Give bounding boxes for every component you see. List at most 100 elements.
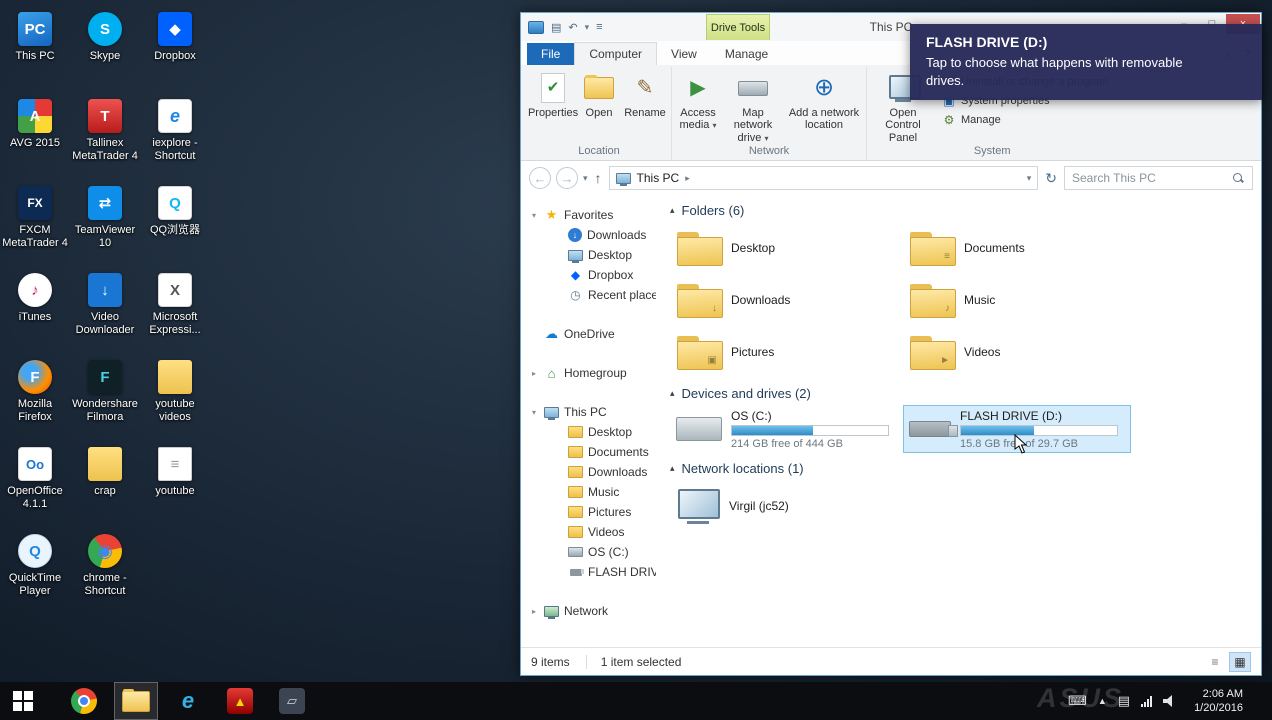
- back-button[interactable]: ←: [529, 167, 551, 189]
- folder-tile[interactable]: ≡ Documents: [903, 222, 1131, 274]
- nav-item[interactable]: ↓ Downloads: [521, 225, 656, 245]
- desktop-icon[interactable]: Q QQ浏览器: [140, 180, 210, 267]
- start-button[interactable]: [0, 682, 46, 720]
- breadcrumb[interactable]: This PC: [637, 171, 680, 185]
- details-view-button[interactable]: ≡: [1204, 652, 1226, 672]
- show-hidden-icons-button[interactable]: ▲: [1098, 696, 1107, 706]
- desktop-icon[interactable]: ◆ Dropbox: [140, 6, 210, 93]
- desktop-icon[interactable]: youtube videos: [140, 354, 210, 441]
- address-dropdown-icon[interactable]: ▾: [1027, 173, 1032, 184]
- nav-item[interactable]: ▾ ★ Favorites: [521, 205, 656, 225]
- nav-item[interactable]: ▸ Network: [521, 601, 656, 621]
- qat-properties-icon[interactable]: ▤: [551, 21, 561, 34]
- drive-tile[interactable]: FLASH DRIVE (D:) 15.8 GB free of 29.7 GB: [903, 405, 1131, 453]
- keyboard-icon[interactable]: ⌨: [1068, 693, 1087, 709]
- nav-item[interactable]: Pictures: [521, 502, 656, 522]
- nav-item[interactable]: Documents: [521, 442, 656, 462]
- expander-icon[interactable]: ▸: [529, 369, 539, 378]
- ribbon-tab[interactable]: File: [527, 43, 575, 65]
- desktop-icon[interactable]: e iexplore - Shortcut: [140, 93, 210, 180]
- taskbar-app-button[interactable]: ▱: [270, 682, 314, 720]
- expander-icon[interactable]: ▸: [529, 607, 539, 616]
- ribbon-tab[interactable]: View: [657, 43, 711, 65]
- taskbar-explorer-button[interactable]: [114, 682, 158, 720]
- volume-icon[interactable]: [1163, 695, 1177, 707]
- system-tray: ASUS ⌨ ▲ ▤ 2:06 AM 1/20/2016: [1037, 682, 1272, 720]
- desktop-icon[interactable]: ⇄ TeamViewer 10: [70, 180, 140, 267]
- manage-button[interactable]: ⚙ Manage: [942, 113, 1108, 127]
- taskbar-ie-button[interactable]: e: [166, 682, 210, 720]
- refresh-icon[interactable]: ↻: [1043, 170, 1059, 187]
- ribbon-tab[interactable]: Manage: [711, 43, 782, 65]
- taskbar-metatrader-button[interactable]: ▲: [218, 682, 262, 720]
- network-icon[interactable]: [1141, 695, 1153, 707]
- qat-customize-dropdown-icon[interactable]: ▾: [585, 22, 590, 33]
- qat-undo-icon[interactable]: ↶: [568, 21, 577, 34]
- folder-tile[interactable]: ▣ Pictures: [670, 326, 898, 378]
- folder-tile[interactable]: ♪ Music: [903, 274, 1131, 326]
- map-network-drive-button[interactable]: Map network drive ▾: [721, 67, 785, 144]
- nav-item[interactable]: ◆ Dropbox: [521, 265, 656, 285]
- desktop-icon[interactable]: S Skype: [70, 6, 140, 93]
- desktop-icon[interactable]: Oo OpenOffice 4.1.1: [0, 441, 70, 528]
- search-icon[interactable]: [1232, 172, 1245, 185]
- desktop-app-glyph: e: [169, 105, 180, 126]
- desktop-icon[interactable]: A AVG 2015: [0, 93, 70, 180]
- nav-item[interactable]: Music: [521, 482, 656, 502]
- expander-icon[interactable]: ▾: [529, 211, 539, 220]
- nav-item[interactable]: Videos: [521, 522, 656, 542]
- desktop-icon[interactable]: ≡ youtube: [140, 441, 210, 528]
- desktop-icon[interactable]: ♪ iTunes: [0, 267, 70, 354]
- nav-item[interactable]: ▾ This PC: [521, 402, 656, 422]
- properties-button[interactable]: ✔ Properties: [528, 67, 578, 119]
- removable-drive-notification[interactable]: FLASH DRIVE (D:) Tap to choose what happ…: [910, 24, 1262, 100]
- group-header-folders[interactable]: ▴ Folders (6): [670, 203, 1247, 218]
- nav-item[interactable]: ▸ ⌂ Homegroup: [521, 363, 656, 383]
- desktop-icon[interactable]: ↓ Video Downloader: [70, 267, 140, 354]
- qat-menu-icon[interactable]: ≡: [596, 21, 602, 33]
- desktop-icon[interactable]: FX FXCM MetaTrader 4: [0, 180, 70, 267]
- display-icon[interactable]: ▤: [1118, 693, 1130, 709]
- desktop-icon[interactable]: F Wondershare Filmora: [70, 354, 140, 441]
- nav-item[interactable]: ☁ OneDrive: [521, 324, 656, 344]
- expander-icon[interactable]: ▾: [529, 408, 539, 417]
- breadcrumb-arrow-icon[interactable]: ▸: [685, 173, 690, 184]
- desktop-icon[interactable]: crap: [70, 441, 140, 528]
- collapse-group-icon[interactable]: ▴: [670, 463, 675, 474]
- desktop-icon[interactable]: X Microsoft Expressi...: [140, 267, 210, 354]
- nav-item[interactable]: OS (C:): [521, 542, 656, 562]
- search-input[interactable]: [1072, 171, 1227, 185]
- network-location-tile[interactable]: Virgil (jc52): [670, 480, 898, 532]
- ribbon-tab[interactable]: Computer: [574, 42, 658, 65]
- recent-locations-icon[interactable]: ▾: [583, 173, 588, 184]
- rename-button[interactable]: ✎ Rename: [622, 67, 668, 119]
- folder-tile[interactable]: ► Videos: [903, 326, 1131, 378]
- desktop-icon[interactable]: ◉ chrome - Shortcut: [70, 528, 140, 615]
- desktop-icon[interactable]: T Tallinex MetaTrader 4: [70, 93, 140, 180]
- open-button[interactable]: Open: [576, 67, 622, 119]
- drive-tools-contextual-tab[interactable]: Drive Tools: [706, 14, 770, 40]
- group-header-devices[interactable]: ▴ Devices and drives (2): [670, 386, 1247, 401]
- desktop-icon[interactable]: PC This PC: [0, 6, 70, 93]
- nav-item[interactable]: ◷ Recent places: [521, 285, 656, 305]
- collapse-group-icon[interactable]: ▴: [670, 205, 675, 216]
- up-button[interactable]: ↑: [593, 170, 604, 186]
- folder-tile[interactable]: ↓ Downloads: [670, 274, 898, 326]
- forward-button[interactable]: →: [556, 167, 578, 189]
- taskbar-clock[interactable]: 2:06 AM 1/20/2016: [1194, 687, 1243, 716]
- folder-tile[interactable]: Desktop: [670, 222, 898, 274]
- tiles-view-button[interactable]: ▦: [1229, 651, 1251, 672]
- taskbar-chrome-button[interactable]: [62, 682, 106, 720]
- add-network-location-button[interactable]: ⊕ Add a network location: [785, 67, 863, 132]
- nav-item[interactable]: FLASH DRIVE (D: [521, 562, 656, 582]
- desktop-icon[interactable]: Q QuickTime Player: [0, 528, 70, 615]
- collapse-group-icon[interactable]: ▴: [670, 388, 675, 399]
- drive-tile[interactable]: OS (C:) 214 GB free of 444 GB: [670, 405, 898, 453]
- group-header-network[interactable]: ▴ Network locations (1): [670, 461, 1247, 476]
- nav-item[interactable]: Desktop: [521, 245, 656, 265]
- nav-item[interactable]: Downloads: [521, 462, 656, 482]
- access-media-button[interactable]: ▶ Access media ▾: [675, 67, 721, 132]
- desktop-icon[interactable]: F Mozilla Firefox: [0, 354, 70, 441]
- nav-item[interactable]: Desktop: [521, 422, 656, 442]
- address-field[interactable]: This PC ▸ ▾: [608, 166, 1039, 190]
